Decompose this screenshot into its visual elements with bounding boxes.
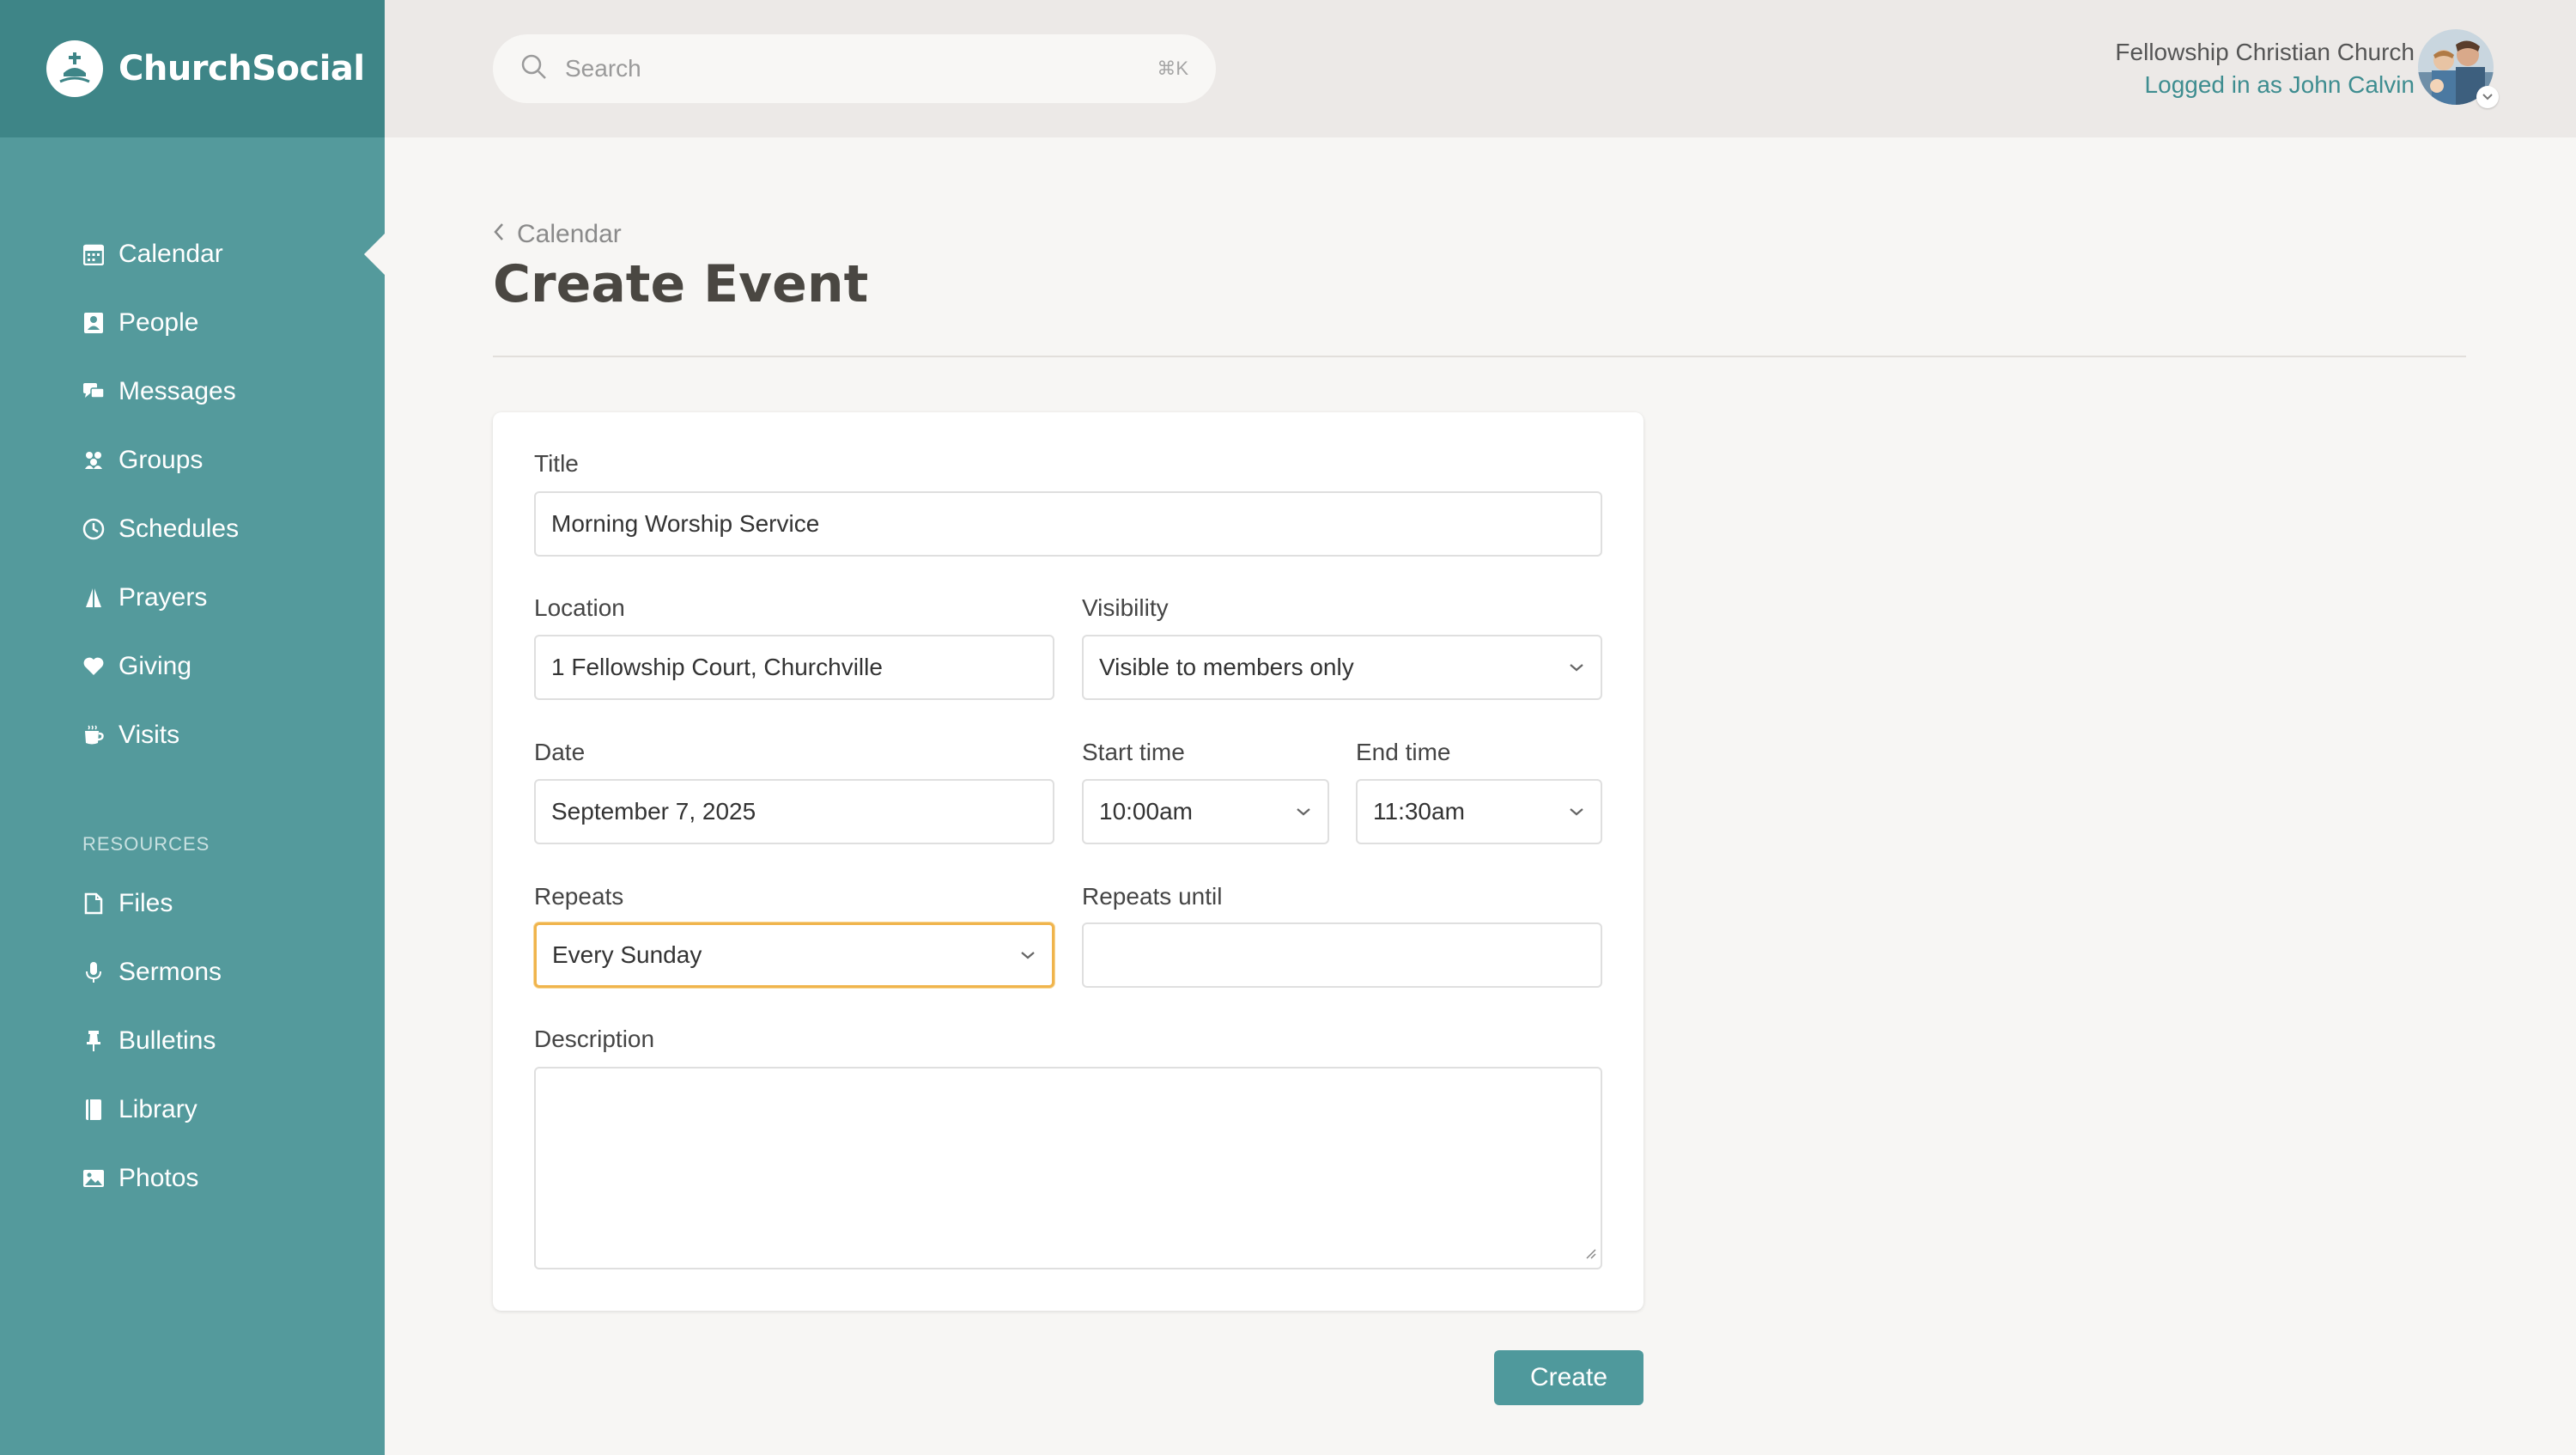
event-form-card: Title Morning Worship Service Location 1…	[493, 412, 1643, 1311]
end-time-select[interactable]: 11:30am	[1356, 779, 1602, 844]
end-time-value: 11:30am	[1373, 798, 1465, 825]
date-field[interactable]: September 7, 2025	[534, 779, 1054, 844]
top-header: Search ⌘K Fellowship Christian Church Lo…	[385, 0, 2576, 137]
sidebar-item-label: Schedules	[118, 514, 240, 543]
sidebar-item-photos[interactable]: Photos	[0, 1144, 385, 1213]
repeats-until-field[interactable]	[1082, 922, 1602, 988]
resize-handle-icon[interactable]	[1583, 1246, 1597, 1264]
chat-icon	[82, 379, 105, 405]
sidebar-item-giving[interactable]: Giving	[0, 632, 385, 701]
sidebar-nav: Calendar People Messages Groups Schedule…	[0, 220, 385, 1213]
sidebar-item-bulletins[interactable]: Bulletins	[0, 1007, 385, 1075]
description-textarea[interactable]	[534, 1067, 1602, 1269]
start-time-value: 10:00am	[1099, 798, 1193, 825]
sidebar: ChurchSocial Calendar People Messages Gr…	[0, 0, 385, 1455]
sidebar-item-label: Library	[118, 1095, 197, 1123]
sidebar-item-label: Sermons	[118, 958, 222, 986]
praying-hands-icon	[82, 585, 105, 611]
chevron-down-icon	[1295, 807, 1312, 817]
breadcrumb[interactable]: Calendar	[493, 220, 622, 249]
church-logo-icon[interactable]	[46, 40, 103, 97]
chevron-down-icon	[1019, 950, 1036, 960]
sidebar-item-visits[interactable]: Visits	[0, 701, 385, 770]
book-icon	[82, 1097, 105, 1123]
visibility-select[interactable]: Visible to members only	[1082, 635, 1602, 700]
sidebar-item-files[interactable]: Files	[0, 869, 385, 938]
title-value: Morning Worship Service	[551, 510, 820, 537]
visibility-label: Visibility	[1082, 594, 1169, 621]
sidebar-item-label: People	[118, 308, 199, 337]
repeats-label: Repeats	[534, 883, 624, 910]
groups-icon	[82, 447, 105, 473]
create-button[interactable]: Create	[1494, 1350, 1643, 1405]
person-icon	[82, 310, 105, 336]
visibility-value: Visible to members only	[1099, 654, 1354, 680]
repeats-until-label: Repeats until	[1082, 883, 1223, 910]
date-label: Date	[534, 739, 586, 765]
title-field[interactable]: Morning Worship Service	[534, 491, 1602, 557]
location-field[interactable]: 1 Fellowship Court, Churchville	[534, 635, 1054, 700]
sidebar-item-label: Prayers	[118, 583, 208, 612]
chevron-down-icon	[1568, 662, 1585, 673]
photo-icon	[82, 1166, 105, 1191]
coffee-cup-icon	[82, 722, 105, 748]
repeats-select[interactable]: Every Sunday	[534, 922, 1054, 988]
logged-in-user[interactable]: Logged in as John Calvin	[2115, 69, 2415, 101]
location-value: 1 Fellowship Court, Churchville	[551, 654, 883, 680]
date-value: September 7, 2025	[551, 798, 756, 825]
chevron-down-icon[interactable]	[2476, 86, 2499, 108]
sidebar-item-calendar[interactable]: Calendar	[0, 220, 385, 289]
microphone-icon	[82, 959, 105, 985]
sidebar-item-library[interactable]: Library	[0, 1075, 385, 1144]
sidebar-item-label: Visits	[118, 721, 180, 749]
calendar-icon	[82, 241, 105, 267]
chevron-left-icon	[493, 220, 517, 249]
sidebar-item-prayers[interactable]: Prayers	[0, 563, 385, 632]
brand-bar: ChurchSocial	[0, 0, 385, 137]
sidebar-item-messages[interactable]: Messages	[0, 357, 385, 426]
heart-icon	[82, 654, 105, 679]
pin-icon	[82, 1028, 105, 1054]
start-time-label: Start time	[1082, 739, 1185, 765]
location-label: Location	[534, 594, 625, 621]
sidebar-item-label: Bulletins	[118, 1026, 216, 1055]
sidebar-item-label: Files	[118, 889, 173, 917]
title-label: Title	[534, 450, 579, 477]
sidebar-item-schedules[interactable]: Schedules	[0, 495, 385, 563]
sidebar-item-label: Calendar	[118, 240, 223, 268]
breadcrumb-calendar[interactable]: Calendar	[517, 220, 622, 249]
resources-heading: RESOURCES	[82, 833, 210, 855]
search-shortcut: ⌘K	[1157, 58, 1188, 79]
start-time-select[interactable]: 10:00am	[1082, 779, 1329, 844]
chevron-down-icon	[1568, 807, 1585, 817]
account-info: Fellowship Christian Church Logged in as…	[2115, 36, 2415, 101]
file-icon	[82, 891, 105, 916]
repeats-value: Every Sunday	[552, 941, 702, 968]
church-name: Fellowship Christian Church	[2115, 39, 2415, 65]
end-time-label: End time	[1356, 739, 1451, 765]
title-divider	[493, 356, 2466, 357]
search-placeholder: Search	[565, 55, 641, 82]
search-input[interactable]: Search ⌘K	[493, 34, 1216, 103]
sidebar-item-label: Messages	[118, 377, 236, 405]
brand-name[interactable]: ChurchSocial	[118, 49, 365, 88]
clock-icon	[82, 516, 105, 542]
sidebar-item-label: Giving	[118, 652, 192, 680]
page-title: Create Event	[493, 254, 869, 314]
sidebar-item-people[interactable]: People	[0, 289, 385, 357]
search-icon	[520, 53, 548, 85]
sidebar-item-label: Groups	[118, 446, 204, 474]
sidebar-item-groups[interactable]: Groups	[0, 426, 385, 495]
sidebar-item-sermons[interactable]: Sermons	[0, 938, 385, 1007]
description-label: Description	[534, 1026, 655, 1052]
sidebar-item-label: Photos	[118, 1164, 199, 1192]
